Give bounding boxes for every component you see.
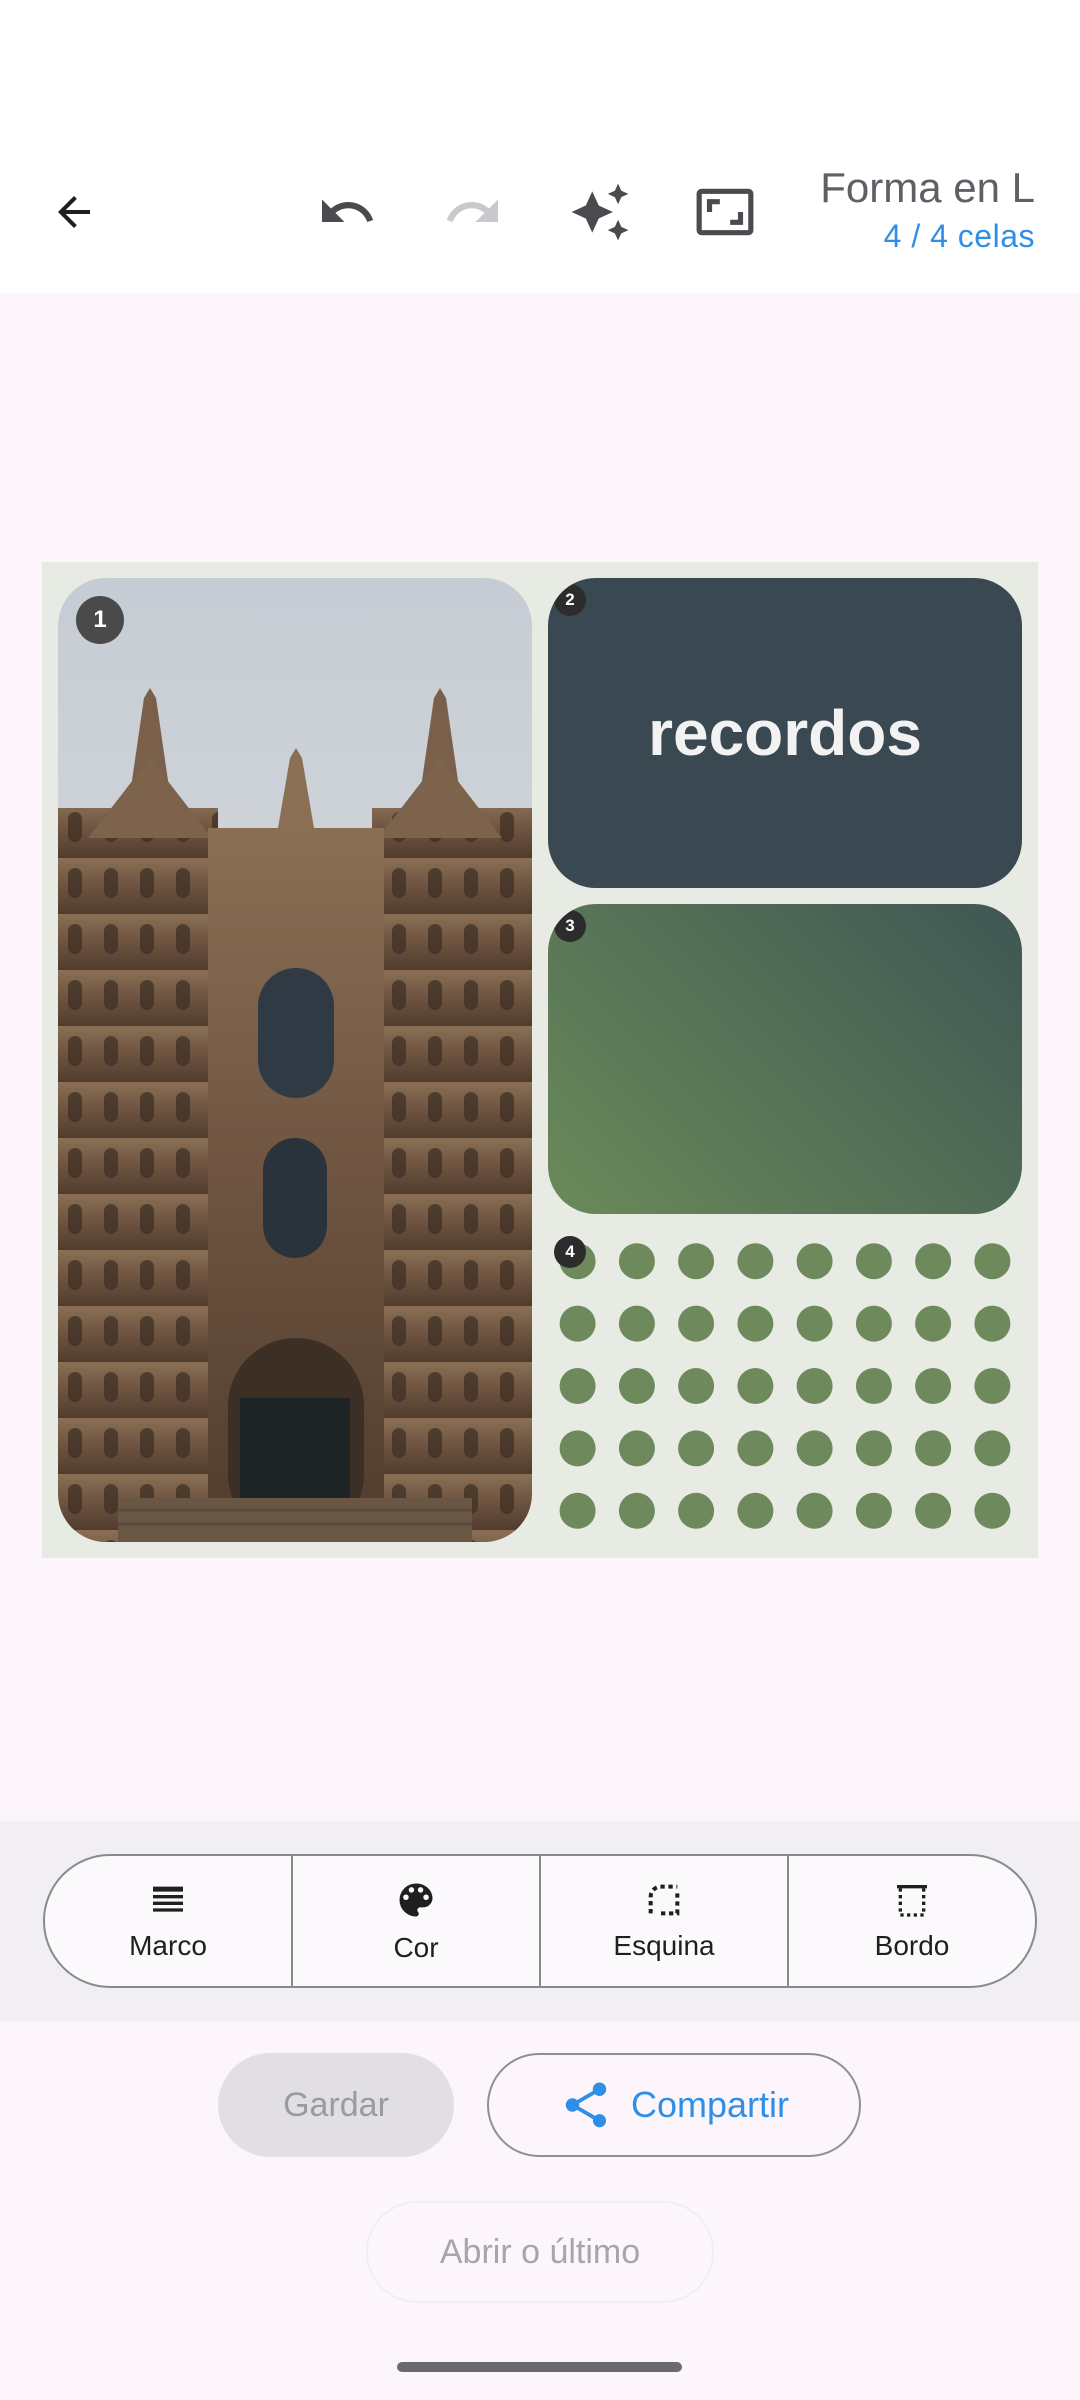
pattern-dot [796,1243,833,1280]
pattern-dot [974,1368,1011,1404]
border-icon [897,1885,927,1917]
pattern-dot [618,1368,655,1404]
pattern-dot [855,1492,892,1529]
back-arrow-icon [58,196,90,228]
undo-icon [322,199,374,222]
pattern-dot [559,1368,596,1404]
pattern-dot [737,1305,774,1342]
dot-pattern [559,1243,1011,1529]
pattern-dot [618,1243,655,1280]
auto-enhance-button[interactable] [552,164,648,260]
cathedral-photo [58,578,532,1542]
pattern-dot [678,1368,715,1404]
pattern-dot [796,1430,833,1467]
pattern-dot [915,1305,952,1342]
pattern-dot [855,1368,892,1404]
pattern-dot [974,1243,1011,1280]
share-button[interactable]: Compartir [487,2053,861,2157]
layout-title-block: Forma en L 4 / 4 celas [820,162,1035,258]
tool-label: Bordo [874,1930,950,1961]
pattern-dot [974,1430,1011,1467]
pattern-dot [855,1430,892,1467]
frame-lines-icon [153,1886,183,1912]
cell-number-badge: 1 [76,596,124,644]
pattern-dot [737,1492,774,1529]
tool-bordo[interactable]: Bordo [789,1856,1035,1986]
cell-number-badge: 2 [554,584,586,616]
pattern-dot [796,1492,833,1529]
aspect-ratio-button[interactable] [677,164,773,260]
redo-icon [446,199,498,222]
collage-cell-3[interactable]: 3 [548,904,1022,1214]
tools-bar: Marco Cor Esquina Bordo [0,1821,1080,2021]
collage: 1 2 recordos 3 4 [42,562,1038,1558]
tool-marco[interactable]: Marco [45,1856,293,1986]
palette-icon [399,1883,433,1917]
save-button[interactable]: Gardar [218,2053,454,2157]
pattern-dot [678,1430,715,1467]
layout-title: Forma en L [820,164,1035,211]
pattern-dot [796,1368,833,1404]
tools-segmented-control: Marco Cor Esquina Bordo [43,1854,1037,1988]
collage-cell-2[interactable]: 2 recordos [548,578,1022,888]
collage-cell-1[interactable]: 1 [58,578,532,1542]
cell-number-badge: 3 [554,910,586,942]
redo-button[interactable] [425,164,521,260]
corner-icon [648,1884,680,1916]
editor-canvas: 1 2 recordos 3 4 [0,293,1080,1821]
pattern-dot [559,1430,596,1467]
pattern-dot [618,1430,655,1467]
undo-button[interactable] [299,164,395,260]
home-indicator[interactable] [397,2362,682,2372]
sparkle-icon [571,183,629,241]
pattern-dot [618,1305,655,1342]
top-app-bar: Forma en L 4 / 4 celas [0,0,1080,293]
pattern-dot [737,1368,774,1404]
pattern-dot [678,1492,715,1529]
tool-esquina[interactable]: Esquina [541,1856,789,1986]
pattern-dot [737,1243,774,1280]
pattern-dot [678,1305,715,1342]
pattern-dot [915,1368,952,1404]
share-label: Compartir [630,2084,790,2125]
pattern-dot [974,1492,1011,1529]
pattern-dot [855,1243,892,1280]
collage-cell-4[interactable]: 4 [548,1230,1022,1542]
pattern-dot [618,1492,655,1529]
tool-label: Cor [393,1932,439,1963]
back-button[interactable] [26,164,122,260]
pattern-dot [855,1305,892,1342]
cell-number-badge: 4 [554,1236,586,1268]
pattern-dot [559,1492,596,1529]
tool-label: Marco [129,1930,207,1961]
tool-label: Esquina [613,1930,715,1961]
pattern-dot [915,1492,952,1529]
share-icon [565,2082,607,2128]
pattern-dot [737,1430,774,1467]
pattern-dot [678,1243,715,1280]
pattern-dot [915,1243,952,1280]
pattern-dot [915,1430,952,1467]
pattern-dot [974,1305,1011,1342]
cells-count: 4 / 4 celas [883,218,1035,254]
aspect-ratio-icon [696,188,754,236]
pattern-dot [559,1305,596,1342]
open-last-button[interactable]: Abrir o último [366,2201,714,2303]
pattern-dot [796,1305,833,1342]
cell-text: recordos [648,697,922,769]
tool-cor[interactable]: Cor [293,1856,541,1986]
